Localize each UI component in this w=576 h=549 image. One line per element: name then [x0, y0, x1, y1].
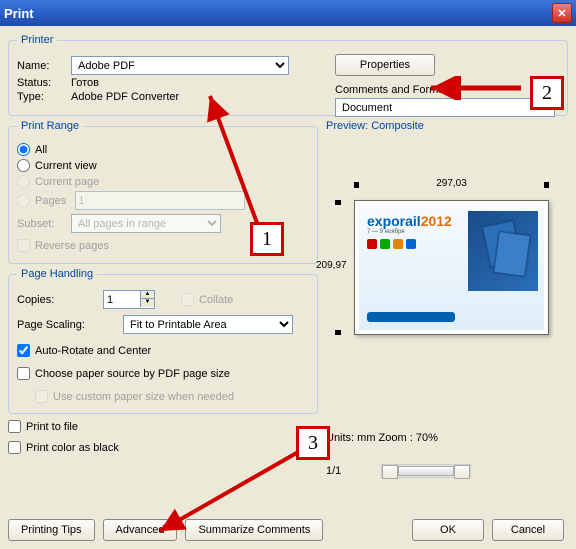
page-handling-group: Page Handling Copies: ▲ ▼ Collate	[8, 268, 318, 414]
arrow-2	[426, 76, 526, 100]
units-zoom: Units: mm Zoom : 70%	[326, 432, 568, 444]
preview-area: 297,03 209,97 exporail2012 7 — 9 ноября	[326, 172, 551, 372]
copies-label: Copies:	[17, 294, 97, 306]
dimension-width: 297,03	[354, 178, 549, 189]
page-indicator: 1/1	[326, 465, 341, 477]
page-handling-legend: Page Handling	[17, 268, 97, 280]
arrow-1	[200, 86, 280, 236]
printer-name-select[interactable]: Adobe PDF	[71, 56, 289, 75]
copies-input[interactable]	[104, 291, 140, 308]
callout-3: 3	[296, 426, 330, 460]
comments-forms-select[interactable]: Document	[335, 98, 555, 117]
page-scrollbar[interactable]	[381, 464, 471, 478]
type-label: Type:	[17, 91, 65, 103]
dimension-height: 209,97	[324, 200, 354, 335]
copies-spinner[interactable]: ▲ ▼	[103, 290, 155, 309]
page-scaling-select[interactable]: Fit to Printable Area	[123, 315, 293, 334]
printing-tips-button[interactable]: Printing Tips	[8, 519, 95, 541]
printer-group: Printer Name: Adobe PDF Status: Готов Ty…	[8, 34, 568, 116]
subset-label: Subset:	[17, 218, 65, 230]
choose-paper-check[interactable]: Choose paper source by PDF page size	[17, 367, 309, 380]
spin-up-icon[interactable]: ▲	[140, 291, 154, 299]
use-custom-check: Use custom paper size when needed	[35, 390, 309, 403]
arrow-3	[150, 446, 310, 546]
auto-rotate-check[interactable]: Auto-Rotate and Center	[17, 344, 309, 357]
status-label: Status:	[17, 77, 65, 89]
name-label: Name:	[17, 60, 65, 72]
callout-1: 1	[250, 222, 284, 256]
subset-select: All pages in range	[71, 214, 221, 233]
properties-button[interactable]: Properties	[335, 54, 435, 76]
print-range-legend: Print Range	[17, 120, 83, 132]
collate-check: Collate	[181, 293, 233, 306]
page-scaling-label: Page Scaling:	[17, 319, 117, 331]
print-to-file-check[interactable]: Print to file	[8, 420, 318, 433]
type-value: Adobe PDF Converter	[71, 91, 179, 103]
window-title: Print	[4, 6, 34, 21]
spin-down-icon[interactable]: ▼	[140, 299, 154, 307]
title-bar: Print ✕	[0, 0, 576, 26]
close-icon[interactable]: ✕	[552, 3, 572, 23]
ok-button[interactable]: OK	[412, 519, 484, 541]
preview-title: Preview: Composite	[326, 120, 568, 132]
printer-legend: Printer	[17, 34, 57, 46]
callout-2: 2	[530, 76, 564, 110]
preview-page: exporail2012 7 — 9 ноября	[354, 200, 549, 335]
cancel-button[interactable]: Cancel	[492, 519, 564, 541]
status-value: Готов	[71, 77, 99, 89]
